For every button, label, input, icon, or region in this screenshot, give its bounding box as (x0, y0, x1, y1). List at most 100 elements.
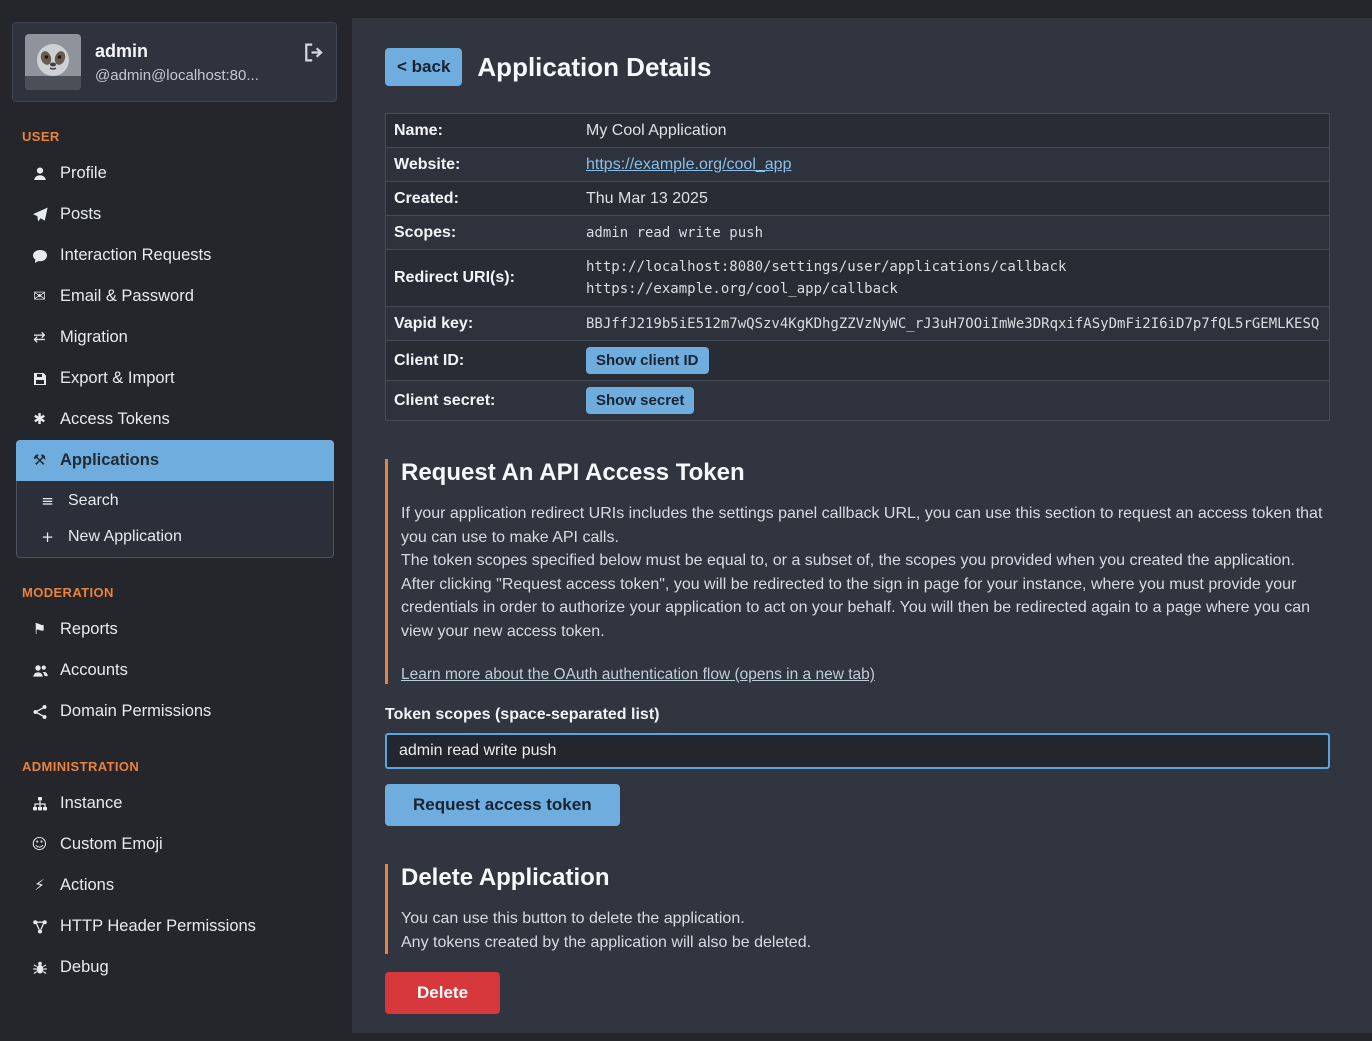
delete-application-section: Delete Application You can use this butt… (385, 864, 1330, 1014)
user-card: admin @admin@localhost:80... (12, 22, 337, 102)
sidebar-item-applications[interactable]: ⚒ Applications (16, 440, 334, 481)
share-nodes-icon (30, 703, 49, 720)
sidebar-item-label: Instance (60, 794, 122, 813)
sidebar-item-reports[interactable]: ⚑ Reports (16, 609, 334, 650)
sidebar-nav: USER Profile Posts Interaction Requests … (0, 129, 345, 988)
sidebar-item-label: Domain Permissions (60, 702, 211, 721)
sidebar-item-label: Debug (60, 958, 109, 977)
applications-submenu: ≡ Search + New Application (16, 481, 334, 558)
main-panel: < back Application Details Name: My Cool… (352, 18, 1372, 1033)
floppy-icon (30, 370, 49, 387)
table-row-created: Created: Thu Mar 13 2025 (386, 182, 1329, 216)
sidebar-item-applications-search[interactable]: ≡ Search (17, 483, 333, 519)
paper-plane-icon (30, 206, 49, 223)
user-icon (30, 165, 49, 182)
row-value: BBJffJ219b5iE512m7wQSzv4KgKDhgZZVzNyWC_r… (586, 316, 1319, 332)
avatar (25, 34, 81, 90)
page-title: Application Details (477, 52, 711, 83)
row-label: Client ID: (394, 352, 586, 370)
token-scopes-label: Token scopes (space-separated list) (385, 706, 1330, 724)
sidebar-item-new-application[interactable]: + New Application (17, 519, 333, 555)
sidebar-item-label: Interaction Requests (60, 246, 211, 265)
sidebar-item-label: Accounts (60, 661, 128, 680)
sidebar-item-custom-emoji[interactable]: ☺ Custom Emoji (16, 824, 334, 865)
sidebar-item-label: Reports (60, 620, 118, 639)
token-scopes-field: Token scopes (space-separated list) (385, 706, 1330, 769)
list-icon: ≡ (38, 493, 57, 510)
sidebar-item-export-import[interactable]: Export & Import (16, 358, 334, 399)
bug-icon (30, 959, 49, 976)
show-secret-button[interactable]: Show secret (586, 387, 694, 414)
sidebar-item-label: Applications (60, 451, 159, 470)
row-value: admin read write push (586, 225, 1319, 241)
token-scopes-input[interactable] (385, 733, 1330, 769)
request-token-paragraph: After clicking "Request access token", y… (401, 573, 1330, 644)
logout-icon[interactable] (303, 42, 324, 66)
row-label: Client secret: (394, 392, 586, 410)
row-label: Name: (394, 122, 586, 140)
sidebar-item-label: Search (68, 492, 119, 510)
delete-paragraph: You can use this button to delete the ap… (401, 907, 1330, 931)
sidebar-item-domain-permissions[interactable]: Domain Permissions (16, 691, 334, 732)
user-meta: admin @admin@localhost:80... (95, 41, 289, 84)
row-value: My Cool Application (586, 122, 1319, 140)
table-row-redirect-uris: Redirect URI(s): http://localhost:8080/s… (386, 250, 1329, 307)
sidebar-item-label: Posts (60, 205, 101, 224)
table-row-name: Name: My Cool Application (386, 114, 1329, 148)
sidebar: admin @admin@localhost:80... USER Profil… (0, 0, 345, 1041)
sidebar-item-label: Custom Emoji (60, 835, 163, 854)
request-access-token-button[interactable]: Request access token (385, 784, 620, 826)
sidebar-item-label: Export & Import (60, 369, 175, 388)
delete-paragraph: Any tokens created by the application wi… (401, 931, 1330, 955)
sidebar-item-label: HTTP Header Permissions (60, 917, 256, 936)
asterisk-icon: ✱ (30, 411, 49, 428)
sidebar-item-label: Profile (60, 164, 107, 183)
page-header: < back Application Details (385, 48, 1330, 86)
sidebar-item-http-header-permissions[interactable]: HTTP Header Permissions (16, 906, 334, 947)
sidebar-item-actions[interactable]: ⚡ Actions (16, 865, 334, 906)
smiley-icon: ☺ (30, 836, 49, 853)
table-row-scopes: Scopes: admin read write push (386, 216, 1329, 250)
sidebar-item-label: New Application (68, 528, 182, 546)
delete-button[interactable]: Delete (385, 972, 500, 1014)
sidebar-item-posts[interactable]: Posts (16, 194, 334, 235)
oauth-docs-link[interactable]: Learn more about the OAuth authenticatio… (401, 666, 875, 684)
row-value: http://localhost:8080/settings/user/appl… (586, 256, 1319, 300)
sidebar-item-profile[interactable]: Profile (16, 153, 334, 194)
sidebar-item-interaction-requests[interactable]: Interaction Requests (16, 235, 334, 276)
sidebar-item-instance[interactable]: Instance (16, 783, 334, 824)
bolt-icon: ⚡ (30, 877, 49, 894)
delete-application-title: Delete Application (401, 864, 1330, 892)
nav-section-label-administration: ADMINISTRATION (22, 759, 345, 774)
sidebar-item-label: Migration (60, 328, 128, 347)
row-label: Website: (394, 156, 586, 174)
row-value: Thu Mar 13 2025 (586, 190, 1319, 208)
plus-icon: + (38, 529, 57, 546)
request-token-paragraph: The token scopes specified below must be… (401, 549, 1330, 573)
sidebar-item-access-tokens[interactable]: ✱ Access Tokens (16, 399, 334, 440)
request-token-paragraph: If your application redirect URIs includ… (401, 502, 1330, 549)
table-row-client-id: Client ID: Show client ID (386, 341, 1329, 381)
users-icon (30, 662, 49, 679)
sidebar-item-label: Email & Password (60, 287, 194, 306)
sidebar-item-email-password[interactable]: ✉ Email & Password (16, 276, 334, 317)
sidebar-item-migration[interactable]: ⇄ Migration (16, 317, 334, 358)
row-label: Redirect URI(s): (394, 269, 586, 287)
request-token-title: Request An API Access Token (401, 459, 1330, 487)
row-label: Created: (394, 190, 586, 208)
nav-section-label-moderation: MODERATION (22, 585, 345, 600)
sidebar-item-debug[interactable]: Debug (16, 947, 334, 988)
nav-section-label-user: USER (22, 129, 345, 144)
sidebar-item-accounts[interactable]: Accounts (16, 650, 334, 691)
user-name: admin (95, 41, 289, 62)
sitemap-icon (30, 795, 49, 812)
flag-icon: ⚑ (30, 621, 49, 638)
network-icon (30, 918, 49, 935)
sidebar-item-label: Actions (60, 876, 114, 895)
back-button[interactable]: < back (385, 48, 462, 86)
arrows-icon: ⇄ (30, 329, 49, 346)
show-client-id-button[interactable]: Show client ID (586, 347, 709, 374)
tools-icon: ⚒ (30, 452, 49, 469)
delete-application-intro: Delete Application You can use this butt… (385, 864, 1330, 954)
website-link[interactable]: https://example.org/cool_app (586, 156, 791, 173)
